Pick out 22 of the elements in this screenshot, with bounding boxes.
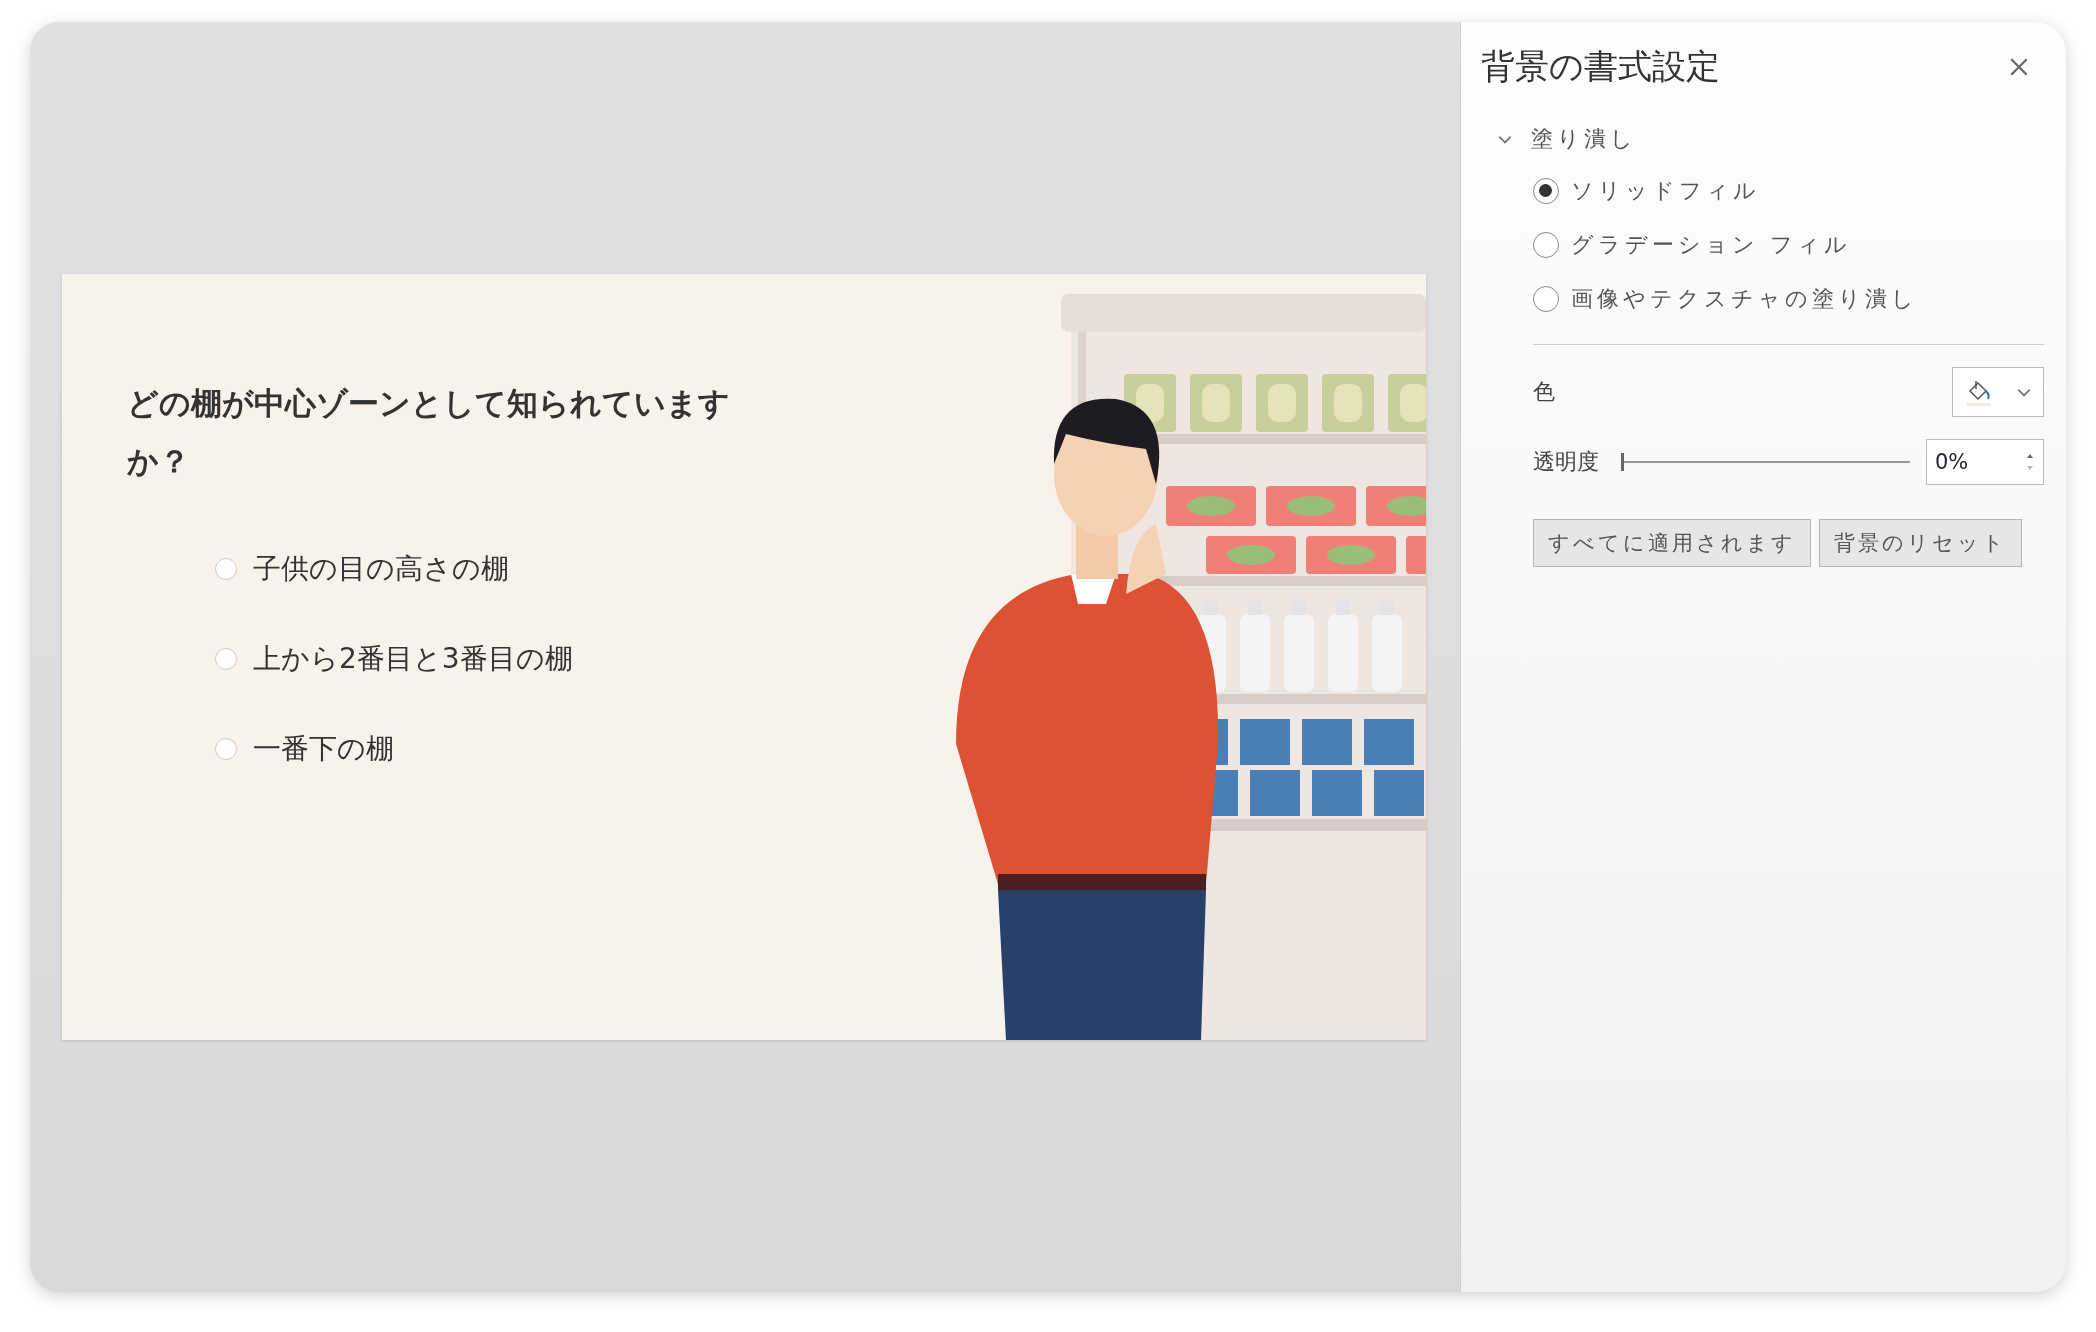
fill-option-label[interactable]: ソリッドフィル [1571, 176, 1760, 206]
answer-radio[interactable] [215, 738, 237, 760]
transparency-label: 透明度 [1533, 448, 1600, 476]
answer-label[interactable]: 子供の目の高さの棚 [253, 550, 509, 588]
answer-radio[interactable] [215, 648, 237, 670]
section-heading[interactable]: 塗り潰し [1531, 124, 1637, 154]
panel-button[interactable]: すべてに適用されます [1533, 519, 1811, 567]
fill-radio[interactable] [1533, 178, 1559, 204]
color-picker-button[interactable] [1952, 367, 2044, 417]
color-label: 色 [1533, 378, 1556, 406]
fill-option-label[interactable]: グラデーション フィル [1571, 230, 1851, 260]
fill-option-label[interactable]: 画像やテクスチャの塗り潰し [1571, 284, 1918, 314]
fill-radio[interactable] [1533, 286, 1559, 312]
panel-title: 背景の書式設定 [1481, 45, 1720, 88]
question-text: どの棚が中心ゾーンとして知られていますか？ [127, 384, 731, 481]
panel-button[interactable]: 背景のリセット [1819, 519, 2022, 567]
transparency-field[interactable]: 0% [1926, 439, 2044, 485]
answer-label[interactable]: 一番下の棚 [253, 730, 394, 768]
answer-label[interactable]: 上から2番目と3番目の棚 [253, 640, 573, 678]
close-icon[interactable] [2008, 56, 2030, 78]
answer-radio[interactable] [215, 558, 237, 580]
fill-radio[interactable] [1533, 232, 1559, 258]
